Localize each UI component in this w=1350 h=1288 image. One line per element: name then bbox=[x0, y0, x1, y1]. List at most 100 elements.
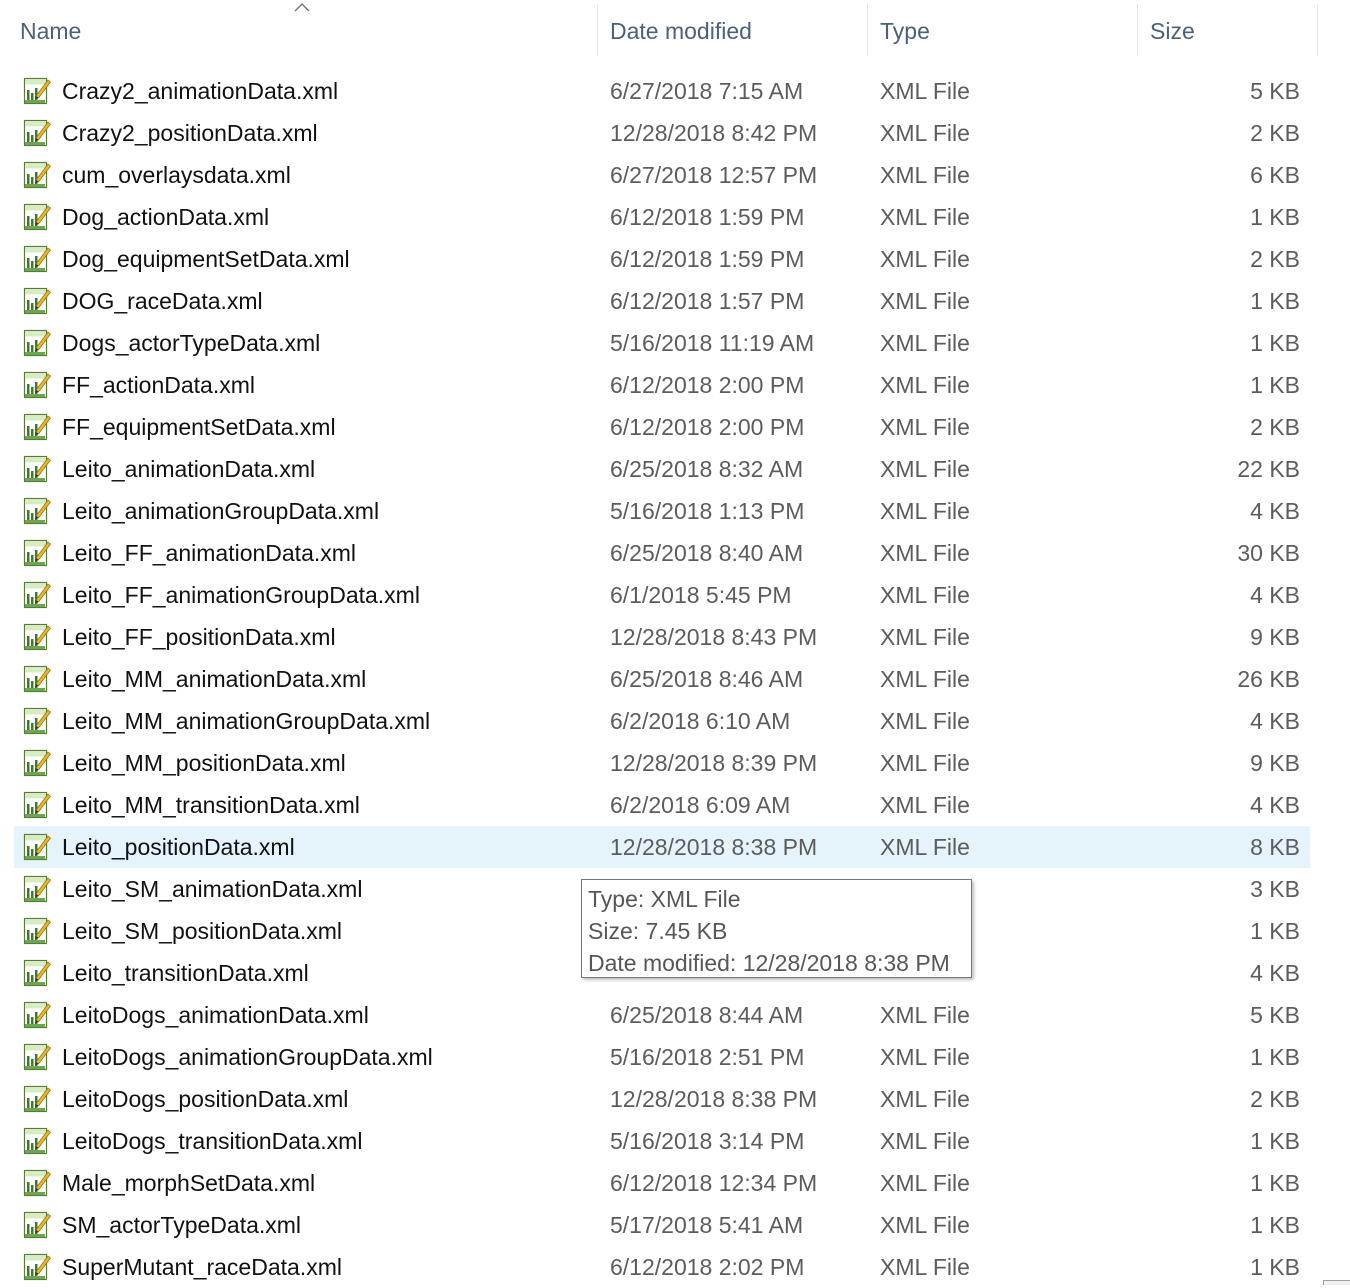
column-header-bar: Name Date modified Type Size bbox=[0, 0, 1350, 66]
xml-file-icon bbox=[22, 244, 52, 274]
file-type: XML File bbox=[880, 540, 970, 566]
file-size: 9 KB bbox=[1250, 750, 1300, 776]
file-row[interactable]: Leito_positionData.xml 12/28/2018 8:38 PM… bbox=[0, 826, 1350, 868]
xml-file-icon bbox=[22, 664, 52, 694]
file-row[interactable]: Crazy2_positionData.xml 12/28/2018 8:42 P… bbox=[0, 112, 1350, 154]
xml-file-icon bbox=[22, 1084, 52, 1114]
file-name[interactable]: Leito_MM_animationData.xml bbox=[62, 658, 366, 700]
file-name[interactable]: Leito_transitionData.xml bbox=[62, 952, 309, 994]
file-name[interactable]: SuperMutant_raceData.xml bbox=[62, 1246, 342, 1288]
xml-file-icon bbox=[22, 832, 52, 862]
file-type: XML File bbox=[880, 246, 970, 272]
column-divider[interactable] bbox=[1137, 4, 1138, 56]
file-size: 22 KB bbox=[1237, 456, 1300, 482]
column-header-name[interactable]: Name bbox=[20, 0, 596, 62]
file-date-modified: 6/2/2018 6:10 AM bbox=[610, 708, 791, 734]
file-name[interactable]: FF_equipmentSetData.xml bbox=[62, 406, 336, 448]
file-date-modified: 6/12/2018 1:57 PM bbox=[610, 288, 805, 314]
file-row[interactable]: Leito_animationGroupData.xml 5/16/2018 1:… bbox=[0, 490, 1350, 532]
file-name[interactable]: Leito_animationGroupData.xml bbox=[62, 490, 379, 532]
file-row[interactable]: DOG_raceData.xml 6/12/2018 1:57 PM XML Fil… bbox=[0, 280, 1350, 322]
file-size: 1 KB bbox=[1250, 1170, 1300, 1196]
xml-file-icon bbox=[22, 1252, 52, 1282]
file-row[interactable]: Crazy2_animationData.xml 6/27/2018 7:15 A… bbox=[0, 70, 1350, 112]
file-row[interactable]: SuperMutant_raceData.xml 6/12/2018 2:02 P… bbox=[0, 1246, 1350, 1288]
file-date-modified: 12/28/2018 8:43 PM bbox=[610, 624, 818, 650]
file-name[interactable]: LeitoDogs_transitionData.xml bbox=[62, 1120, 362, 1162]
file-size: 1 KB bbox=[1250, 1254, 1300, 1280]
file-name[interactable]: Leito_MM_transitionData.xml bbox=[62, 784, 360, 826]
file-row[interactable]: FF_equipmentSetData.xml 6/12/2018 2:00 PM… bbox=[0, 406, 1350, 448]
file-row[interactable]: Male_morphSetData.xml 6/12/2018 12:34 PM X… bbox=[0, 1162, 1350, 1204]
column-divider[interactable] bbox=[597, 4, 598, 56]
file-row[interactable]: Dogs_actorTypeData.xml 5/16/2018 11:19 AM… bbox=[0, 322, 1350, 364]
horizontal-scrollbar[interactable] bbox=[1323, 1280, 1350, 1285]
file-name[interactable]: Dogs_actorTypeData.xml bbox=[62, 322, 320, 364]
file-name[interactable]: Leito_FF_positionData.xml bbox=[62, 616, 336, 658]
xml-file-icon bbox=[22, 874, 52, 904]
file-row[interactable]: Leito_MM_animationGroupData.xml 6/2/2018 … bbox=[0, 700, 1350, 742]
file-row[interactable]: cum_overlaysdata.xml 6/27/2018 12:57 PM XM… bbox=[0, 154, 1350, 196]
file-name[interactable]: LeitoDogs_animationData.xml bbox=[62, 994, 369, 1036]
file-row[interactable]: SM_actorTypeData.xml 5/17/2018 5:41 AM XML… bbox=[0, 1204, 1350, 1246]
file-date-modified: 12/28/2018 8:38 PM bbox=[610, 1086, 818, 1112]
file-row[interactable]: Leito_MM_animationData.xml 6/25/2018 8:46… bbox=[0, 658, 1350, 700]
file-name[interactable]: Crazy2_animationData.xml bbox=[62, 70, 338, 112]
file-name[interactable]: Leito_positionData.xml bbox=[62, 826, 295, 868]
file-name[interactable]: Dog_equipmentSetData.xml bbox=[62, 238, 350, 280]
column-header-type[interactable]: Type bbox=[880, 0, 1136, 62]
file-row[interactable]: Leito_FF_positionData.xml 12/28/2018 8:43… bbox=[0, 616, 1350, 658]
file-name[interactable]: Leito_SM_positionData.xml bbox=[62, 910, 342, 952]
file-row[interactable]: LeitoDogs_transitionData.xml 5/16/2018 3:… bbox=[0, 1120, 1350, 1162]
xml-file-icon bbox=[22, 496, 52, 526]
column-divider[interactable] bbox=[867, 4, 868, 56]
file-row[interactable]: LeitoDogs_animationData.xml 6/25/2018 8:4… bbox=[0, 994, 1350, 1036]
file-size: 4 KB bbox=[1250, 498, 1300, 524]
file-row[interactable]: Leito_MM_transitionData.xml 6/2/2018 6:09… bbox=[0, 784, 1350, 826]
file-date-modified: 5/16/2018 2:51 PM bbox=[610, 1044, 805, 1070]
file-name[interactable]: DOG_raceData.xml bbox=[62, 280, 263, 322]
file-name[interactable]: Dog_actionData.xml bbox=[62, 196, 269, 238]
file-row[interactable]: Leito_FF_animationGroupData.xml 6/1/2018 … bbox=[0, 574, 1350, 616]
file-name[interactable]: cum_overlaysdata.xml bbox=[62, 154, 291, 196]
file-date-modified: 5/16/2018 1:13 PM bbox=[610, 498, 805, 524]
file-row[interactable]: Leito_FF_animationData.xml 6/25/2018 8:40… bbox=[0, 532, 1350, 574]
file-row[interactable]: Leito_MM_positionData.xml 12/28/2018 8:39… bbox=[0, 742, 1350, 784]
xml-file-icon bbox=[22, 412, 52, 442]
file-row[interactable]: FF_actionData.xml 6/12/2018 2:00 PM XML Fi… bbox=[0, 364, 1350, 406]
file-name[interactable]: SM_actorTypeData.xml bbox=[62, 1204, 301, 1246]
file-name[interactable]: Leito_MM_positionData.xml bbox=[62, 742, 346, 784]
file-size: 1 KB bbox=[1250, 204, 1300, 230]
xml-file-icon bbox=[22, 286, 52, 316]
column-header-date-modified[interactable]: Date modified bbox=[610, 0, 866, 62]
file-name[interactable]: FF_actionData.xml bbox=[62, 364, 255, 406]
file-row[interactable]: LeitoDogs_positionData.xml 12/28/2018 8:3… bbox=[0, 1078, 1350, 1120]
file-name[interactable]: Leito_SM_animationData.xml bbox=[62, 868, 362, 910]
file-type: XML File bbox=[880, 372, 970, 398]
file-row[interactable]: Leito_animationData.xml 6/25/2018 8:32 AM… bbox=[0, 448, 1350, 490]
file-name[interactable]: Leito_FF_animationGroupData.xml bbox=[62, 574, 420, 616]
file-size: 5 KB bbox=[1250, 78, 1300, 104]
file-size: 6 KB bbox=[1250, 162, 1300, 188]
tooltip-date-modified: Date modified: 12/28/2018 8:38 PM bbox=[588, 950, 950, 976]
column-header-size[interactable]: Size bbox=[1150, 0, 1316, 62]
file-size: 26 KB bbox=[1237, 666, 1300, 692]
file-size: 9 KB bbox=[1250, 624, 1300, 650]
file-row[interactable]: Dog_equipmentSetData.xml 6/12/2018 1:59 P… bbox=[0, 238, 1350, 280]
file-type: XML File bbox=[880, 624, 970, 650]
file-name[interactable]: Male_morphSetData.xml bbox=[62, 1162, 315, 1204]
file-type: XML File bbox=[880, 1170, 970, 1196]
file-row[interactable]: Dog_actionData.xml 6/12/2018 1:59 PM XML F… bbox=[0, 196, 1350, 238]
file-row[interactable]: LeitoDogs_animationGroupData.xml 5/16/201… bbox=[0, 1036, 1350, 1078]
file-name[interactable]: Leito_animationData.xml bbox=[62, 448, 315, 490]
file-name[interactable]: Leito_MM_animationGroupData.xml bbox=[62, 700, 430, 742]
file-type: XML File bbox=[880, 288, 970, 314]
file-type: XML File bbox=[880, 456, 970, 482]
file-name[interactable]: Leito_FF_animationData.xml bbox=[62, 532, 356, 574]
tooltip-size: Size: 7.45 KB bbox=[588, 918, 728, 944]
column-divider[interactable] bbox=[1317, 4, 1318, 56]
file-date-modified: 6/27/2018 7:15 AM bbox=[610, 78, 804, 104]
file-name[interactable]: LeitoDogs_positionData.xml bbox=[62, 1078, 348, 1120]
file-name[interactable]: Crazy2_positionData.xml bbox=[62, 112, 318, 154]
file-name[interactable]: LeitoDogs_animationGroupData.xml bbox=[62, 1036, 433, 1078]
